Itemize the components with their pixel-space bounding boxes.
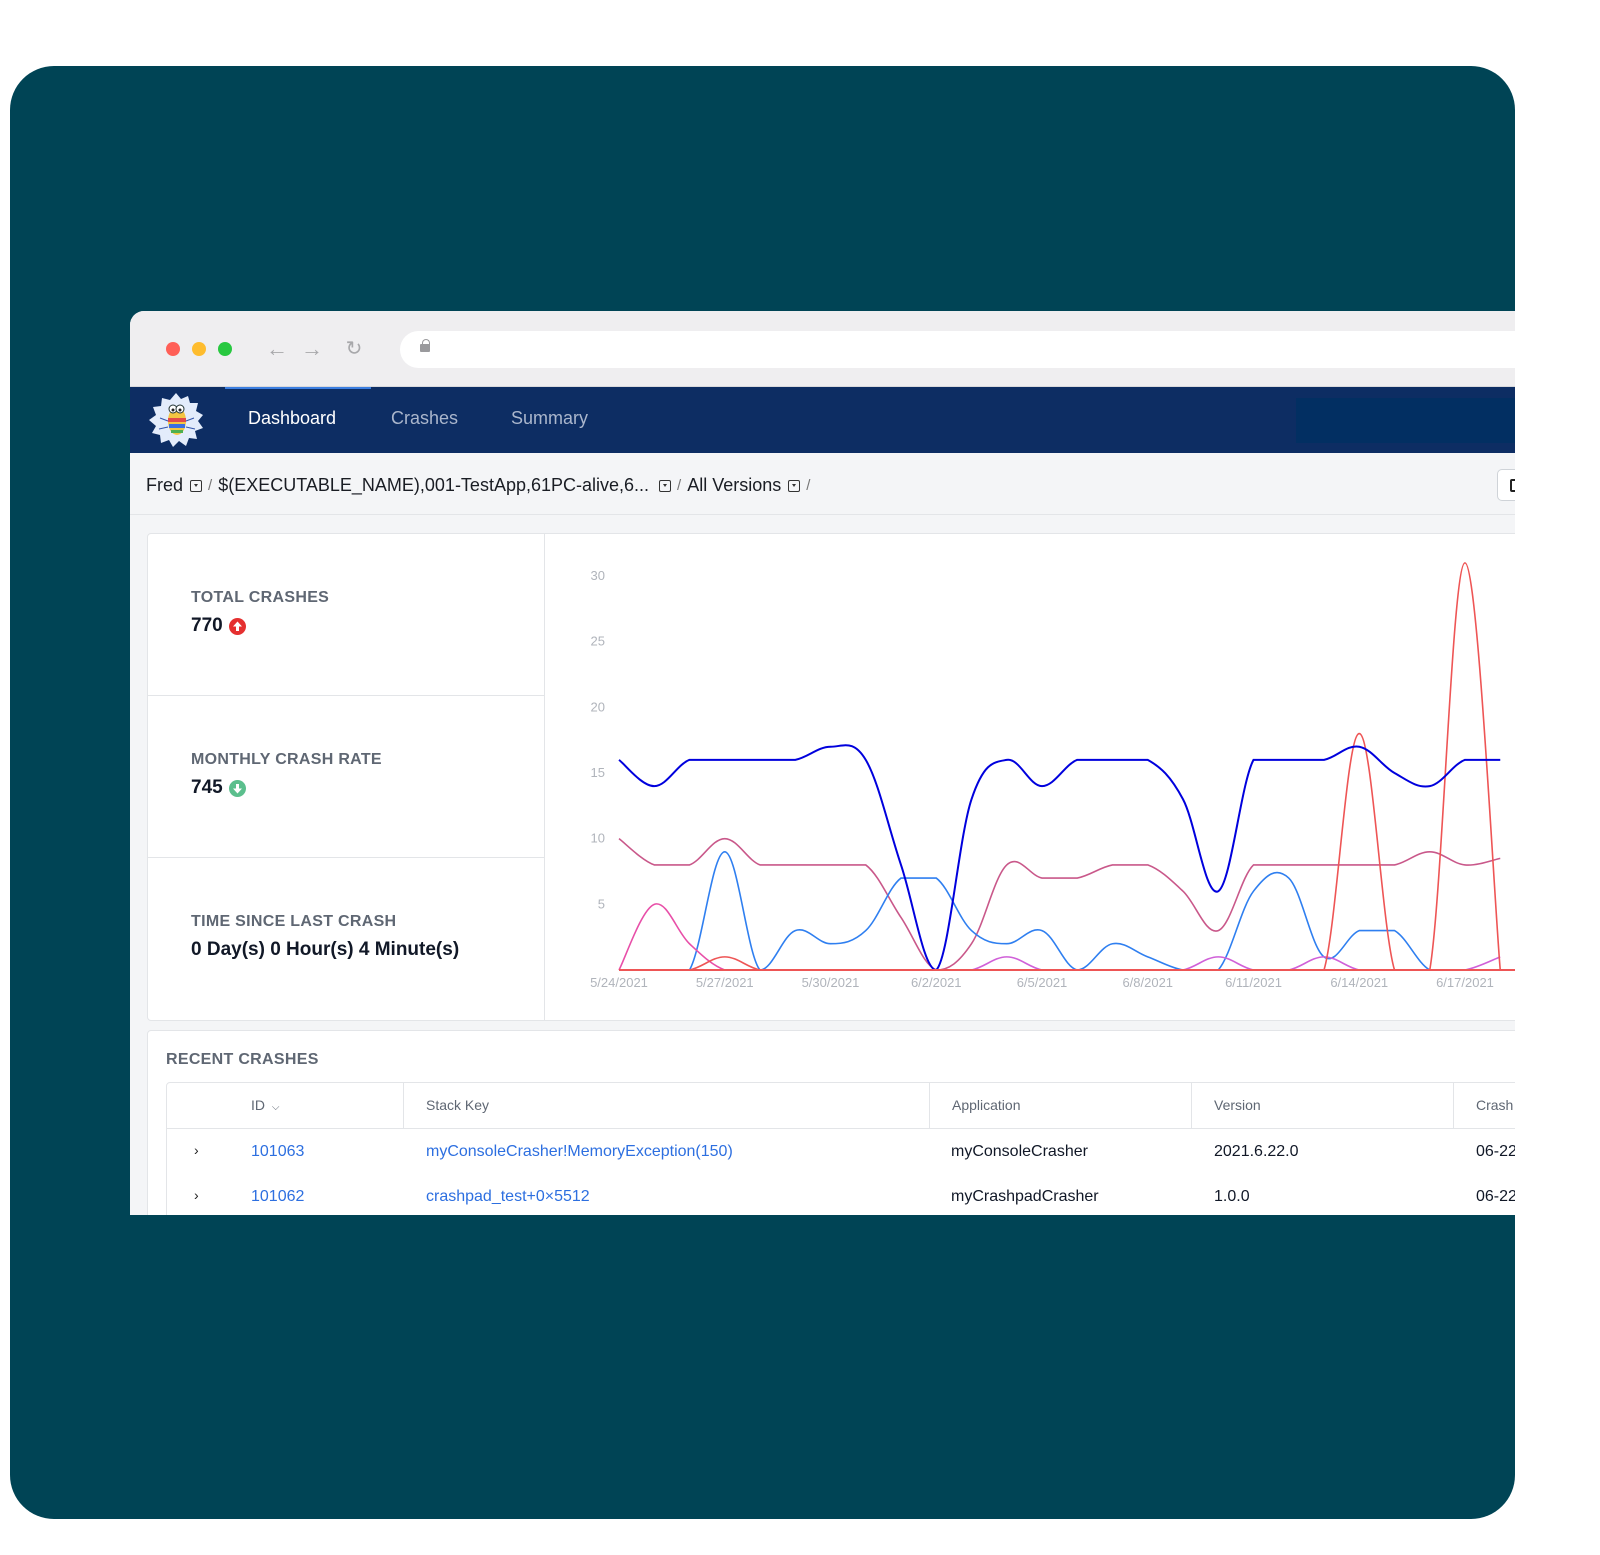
dropdown-icon[interactable] [659, 479, 672, 492]
stack-key-link[interactable]: crashpad_test+0×5512 [426, 1174, 590, 1215]
column-label: ID [251, 1097, 265, 1113]
app-navbar: Dashboard Crashes Summary [130, 387, 1515, 453]
series-lightblue-line [619, 850, 1501, 971]
version-cell: 1.0.0 [1214, 1188, 1250, 1205]
trend-down-icon [228, 779, 246, 797]
crash-date-cell: 06-22 [1476, 1143, 1515, 1160]
x-tick-label: 6/5/2021 [1017, 975, 1068, 990]
stat-label: TOTAL CRASHES [191, 589, 330, 606]
breadcrumb-separator: / [208, 477, 213, 494]
x-tick-label: 6/11/2021 [1225, 975, 1282, 990]
x-tick-label: 6/14/2021 [1330, 975, 1388, 990]
stat-label: TIME SINCE LAST CRASH [191, 913, 397, 930]
crash-id-link[interactable]: 101063 [251, 1129, 304, 1174]
dropdown-icon[interactable] [788, 479, 801, 492]
y-tick-label: 10 [591, 831, 605, 846]
recent-crashes-title: RECENT CRASHES [166, 1051, 319, 1068]
nav-dashboard[interactable]: Dashboard [248, 408, 336, 429]
breadcrumb: Fred / $(EXECUTABLE_NAME),001-TestApp,61… [130, 453, 1515, 515]
breadcrumb-application[interactable]: $(EXECUTABLE_NAME),001-TestApp,61PC-aliv… [218, 475, 649, 496]
series-darkblue-line [618, 744, 1501, 972]
expand-chevron-icon[interactable]: › [194, 1174, 199, 1215]
breadcrumb-separator: / [677, 477, 682, 494]
crash-line-chart: 5 10 15 20 25 30 5/24/2021 5/27/2021 5/30/2021 6/… [590, 562, 1515, 990]
table-row[interactable]: › 101063 myConsoleCrasher!MemoryExceptio… [167, 1129, 1515, 1174]
back-arrow-icon[interactable]: ← [265, 335, 289, 363]
stat-total-crashes: TOTAL CRASHES 770 [148, 534, 545, 696]
trend-up-icon [228, 617, 246, 635]
nav-search-box[interactable] [1296, 398, 1515, 443]
stat-value: 745 [191, 777, 223, 798]
page-backdrop: ← → ↻ Dashboard Crashes Summary Fred / $… [10, 66, 1515, 1519]
x-tick-label: 5/24/2021 [590, 975, 648, 990]
stat-label: MONTHLY CRASH RATE [191, 751, 382, 768]
calendar-icon [1510, 479, 1515, 492]
series-pink-line [618, 903, 1501, 971]
stat-monthly-crash-rate: MONTHLY CRASH RATE 745 [148, 696, 545, 858]
reload-icon[interactable]: ↻ [342, 335, 366, 363]
nav-crashes[interactable]: Crashes [391, 408, 458, 429]
stats-card: TOTAL CRASHES 770 MONTHLY CRASH RATE 745 [147, 533, 1515, 1021]
y-tick-label: 15 [591, 765, 605, 780]
active-tab-indicator [225, 387, 371, 389]
x-tick-label: 5/30/2021 [802, 975, 860, 990]
bug-logo-icon[interactable] [146, 391, 206, 449]
y-tick-label: 30 [591, 568, 605, 583]
expand-chevron-icon[interactable]: › [194, 1129, 199, 1171]
recent-crashes-table: ID ⌵ Stack Key Application Version Crash… [166, 1082, 1515, 1215]
minimize-window-button[interactable] [192, 342, 206, 356]
forward-arrow-icon[interactable]: → [300, 335, 324, 363]
table-header: ID ⌵ Stack Key Application Version Crash [167, 1083, 1515, 1129]
application-cell: myConsoleCrasher [951, 1143, 1088, 1160]
series-violet-line [619, 956, 1501, 971]
x-tick-label: 6/2/2021 [911, 975, 962, 990]
stat-value: 0 Day(s) 0 Hour(s) 4 Minute(s) [191, 939, 460, 960]
x-tick-label: 5/27/2021 [696, 975, 754, 990]
stack-key-link[interactable]: myConsoleCrasher!MemoryException(150) [426, 1129, 733, 1174]
x-tick-label: 6/8/2021 [1122, 975, 1173, 990]
stat-value: 770 [191, 615, 223, 636]
breadcrumb-version[interactable]: All Versions [687, 475, 781, 496]
application-cell: myCrashpadCrasher [951, 1188, 1099, 1205]
dropdown-icon[interactable] [190, 479, 203, 492]
breadcrumb-separator: / [806, 477, 811, 494]
y-tick-label: 25 [591, 634, 605, 649]
crash-chart: 5 10 15 20 25 30 5/24/2021 5/27/2021 5/30/2021 6/… [545, 534, 1515, 1021]
sort-chevron-down-icon: ⌵ [271, 1102, 280, 1113]
column-header-stack-key[interactable]: Stack Key [403, 1083, 929, 1128]
crash-id-link[interactable]: 101062 [251, 1174, 304, 1215]
lock-icon [420, 339, 430, 352]
column-header-id[interactable]: ID ⌵ [167, 1083, 403, 1128]
x-tick-label: 6/17/2021 [1436, 975, 1494, 990]
recent-crashes-card: RECENT CRASHES ID ⌵ Stack Key Applicatio… [147, 1030, 1515, 1215]
browser-window: ← → ↻ Dashboard Crashes Summary Fred / $… [130, 311, 1515, 1215]
y-tick-label: 5 [598, 896, 605, 911]
column-header-crash[interactable]: Crash [1453, 1083, 1515, 1128]
browser-chrome: ← → ↻ [130, 311, 1515, 387]
series-red-line [619, 562, 1502, 971]
crash-date-cell: 06-22 [1476, 1188, 1515, 1205]
column-header-application[interactable]: Application [929, 1083, 1191, 1128]
date-range-button[interactable] [1497, 469, 1515, 501]
y-tick-label: 20 [591, 699, 605, 714]
stat-time-since-last-crash: TIME SINCE LAST CRASH 0 Day(s) 0 Hour(s)… [148, 858, 545, 1021]
maximize-window-button[interactable] [218, 342, 232, 356]
version-cell: 2021.6.22.0 [1214, 1143, 1299, 1160]
address-bar[interactable] [400, 331, 1515, 368]
breadcrumb-user[interactable]: Fred [146, 475, 183, 496]
column-header-version[interactable]: Version [1191, 1083, 1453, 1128]
close-window-button[interactable] [166, 342, 180, 356]
nav-summary[interactable]: Summary [511, 408, 588, 429]
table-row[interactable]: › 101062 crashpad_test+0×5512 myCrashpad… [167, 1174, 1515, 1215]
